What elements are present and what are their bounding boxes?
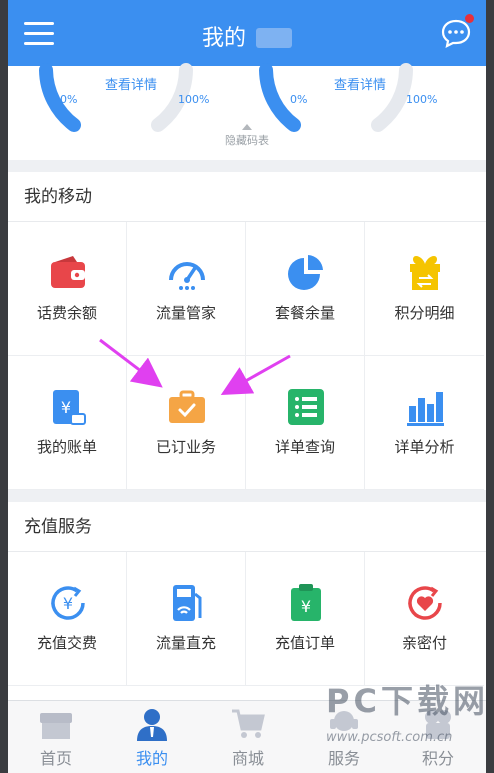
frame-edge-right (486, 0, 494, 773)
profile-icon (137, 709, 167, 741)
grid-item-points-detail[interactable]: 积分明细 (365, 222, 484, 356)
grid-item-label: 已订业务 (155, 438, 216, 456)
nav-item-home[interactable]: 首页 (8, 701, 104, 773)
hide-gauge-toggle[interactable]: 隐藏码表 (8, 124, 486, 148)
grid-item-balance[interactable]: 话费余额 (8, 222, 127, 356)
nav-item-service[interactable]: 服务 (296, 701, 392, 773)
grid-item-label: 充值交费 (36, 634, 97, 652)
usage-gauges: 查看详情 0% 100% 查看详情 0% 100% 隐藏码表 (8, 63, 486, 160)
wallet-icon (51, 256, 85, 288)
gift-icon (410, 256, 440, 290)
nav-label: 首页 (39, 749, 72, 768)
grid-item-detail-query[interactable]: 详单查询 (246, 356, 365, 490)
bill-icon: ¥ (53, 390, 86, 425)
nav-label: 积分 (421, 749, 454, 768)
list-icon (288, 389, 324, 425)
pie-chart-icon (288, 255, 323, 290)
grid-item-plan-remaining[interactable]: 套餐余量 (246, 222, 365, 356)
grid-item-subscribed-services[interactable]: 已订业务 (127, 356, 246, 490)
collapse-arrow-icon (242, 124, 252, 130)
grid-item-label: 流量管家 (155, 304, 216, 322)
speedometer-icon (169, 262, 205, 290)
grid-item-label: 我的账单 (36, 438, 97, 456)
view-details-link-2[interactable]: 查看详情 (334, 74, 386, 93)
svg-text:¥: ¥ (61, 398, 71, 417)
grid-item-recharge-orders[interactable]: ¥ 充值订单 (246, 552, 365, 686)
gauge-1-min: 0% (60, 93, 78, 106)
grid-item-label: 详单分析 (394, 438, 455, 456)
recharge-grid: ¥ 充值交费 流量直充 ¥ 充值订单 亲密付 (8, 552, 486, 700)
service-icon (330, 711, 358, 731)
cart-icon (232, 709, 265, 738)
grid-item-detail-analysis[interactable]: 详单分析 (365, 356, 484, 490)
grid-item-my-bill[interactable]: ¥ 我的账单 (8, 356, 127, 490)
home-icon (40, 713, 72, 739)
gauge-2-max: 100% (406, 93, 438, 106)
my-mobile-grid: 话费余额 流量管家 套餐余量 积分明细 ¥ 我的账单 已订业务 详单查询 详单分… (8, 222, 486, 490)
unread-dot (465, 14, 474, 23)
grid-item-label: 积分明细 (394, 304, 455, 322)
frame-edge-left (0, 0, 8, 773)
grid-item-label: 话费余额 (36, 304, 97, 322)
svg-text:¥: ¥ (63, 594, 73, 613)
gauge-2-min: 0% (290, 93, 308, 106)
grid-item-label: 亲密付 (401, 634, 447, 652)
grid-item-recharge-pay[interactable]: ¥ 充值交费 (8, 552, 127, 686)
points-icon (425, 710, 451, 739)
grid-item-label: 充值订单 (274, 634, 335, 652)
section-title-recharge: 充值服务 (8, 502, 486, 552)
nav-label: 商城 (231, 749, 264, 768)
yen-recharge-icon: ¥ (51, 586, 85, 620)
grid-item-intimate-pay[interactable]: 亲密付 (365, 552, 484, 686)
order-clipboard-icon: ¥ (291, 584, 321, 621)
nav-item-points[interactable]: 积分 (390, 701, 486, 773)
bar-chart-icon (407, 392, 444, 426)
grid-item-label: 详单查询 (274, 438, 335, 456)
phone-screen: 我的 查看详情 0% 100% 查看详情 0% 100% 隐藏码表 我的移动 话… (8, 0, 486, 773)
nav-item-mall[interactable]: 商城 (200, 701, 296, 773)
view-details-link-1[interactable]: 查看详情 (105, 74, 157, 93)
gauge-1-max: 100% (178, 93, 210, 106)
heart-pay-icon (408, 586, 442, 620)
briefcase-icon (169, 390, 205, 423)
nav-item-mine[interactable]: 我的 (104, 701, 200, 773)
grid-item-label: 流量直充 (155, 634, 216, 652)
grid-item-data-manager[interactable]: 流量管家 (127, 222, 246, 356)
grid-item-data-recharge[interactable]: 流量直充 (127, 552, 246, 686)
grid-item-label: 套餐余量 (274, 304, 335, 322)
nav-label: 服务 (327, 749, 360, 768)
svg-text:¥: ¥ (301, 597, 311, 616)
data-recharge-icon (173, 585, 202, 621)
bottom-navigation: 首页 我的 商城 服务 积分 (8, 700, 486, 773)
section-title-my-mobile: 我的移动 (8, 172, 486, 222)
nav-label: 我的 (135, 749, 168, 768)
